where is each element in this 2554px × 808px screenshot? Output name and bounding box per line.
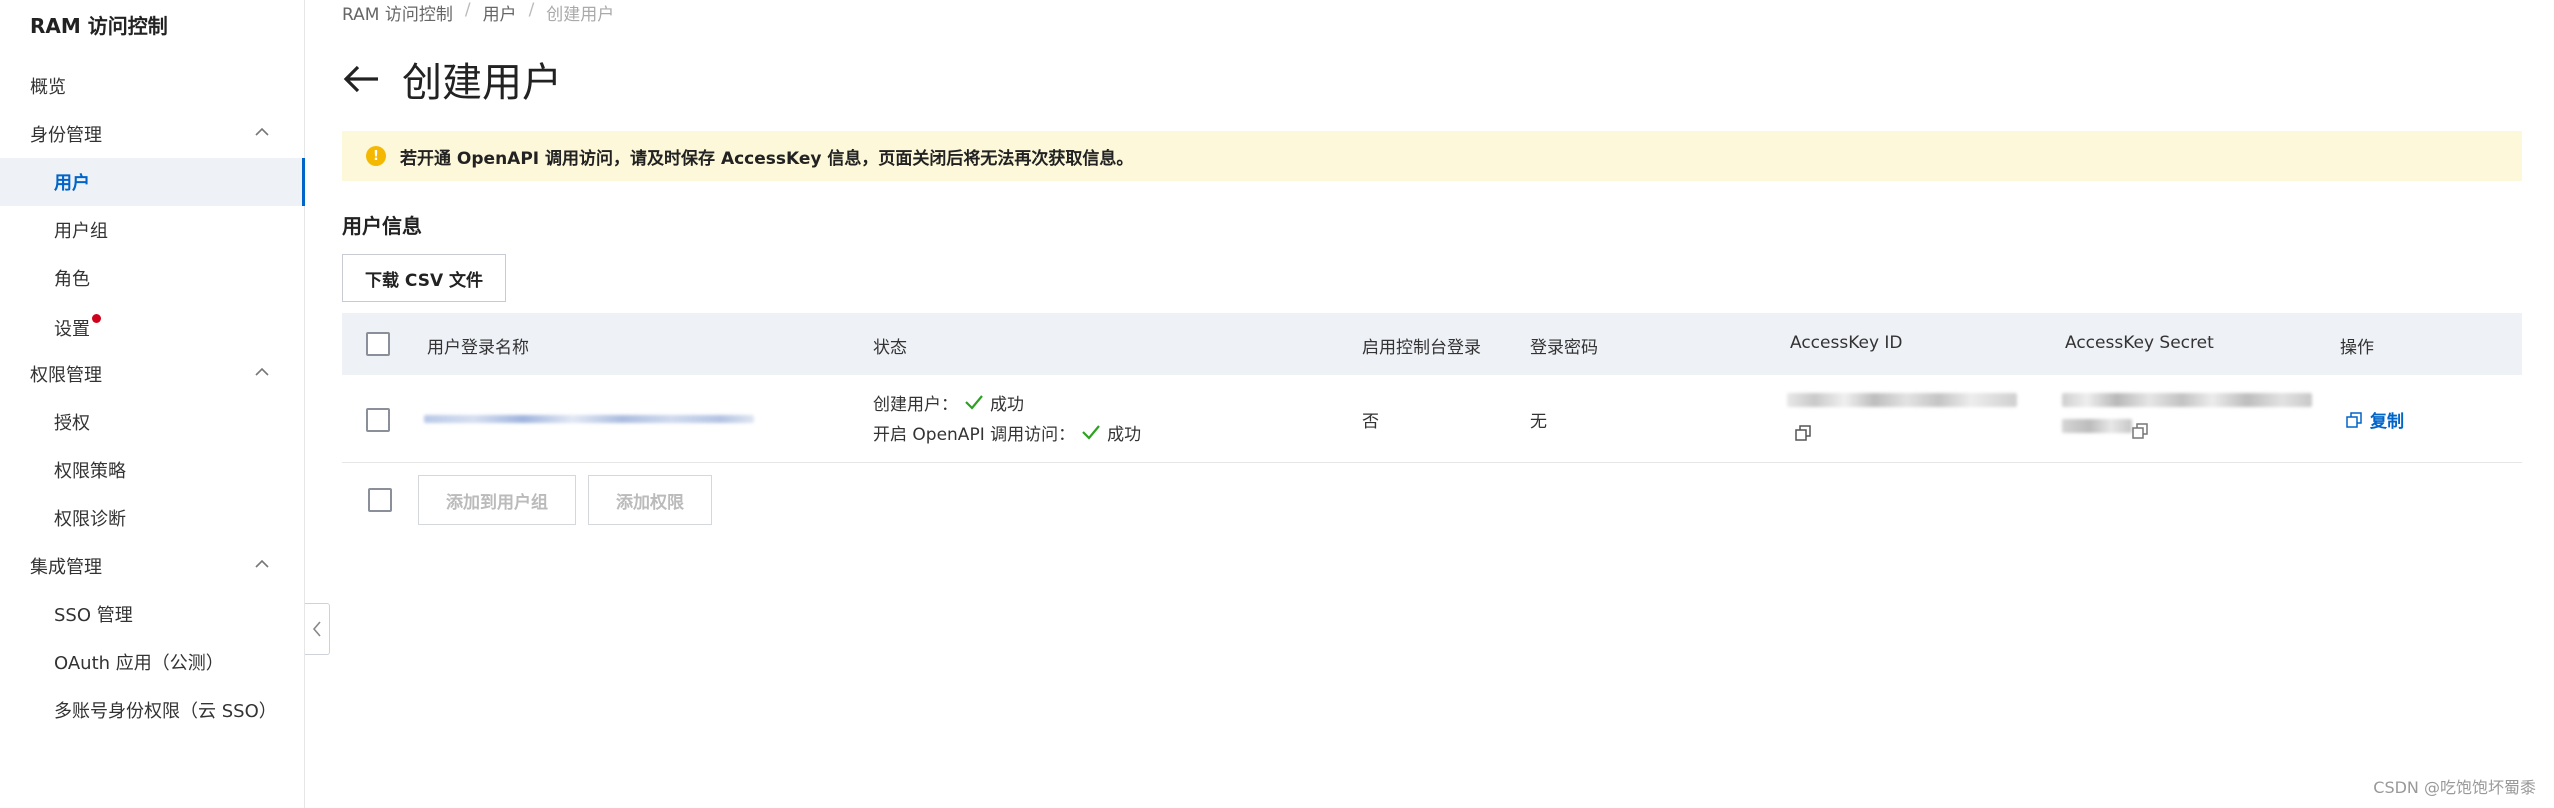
table-header: 用户登录名称 状态 启用控制台登录 登录密码 AccessKey ID Acce… <box>342 313 2522 375</box>
app-root: RAM 访问控制 概览 身份管理 用户 用户组 角色 设置 权限管理 授权 权限… <box>0 0 2554 808</box>
status-create-line: 创建用户： 成功 <box>873 387 1141 417</box>
watermark: CSDN @吃饱饱坏蜀黍 <box>2373 778 2536 797</box>
chevron-up-icon <box>255 559 269 568</box>
status-openapi-value: 成功 <box>1107 424 1142 445</box>
page-title: 创建用户 <box>402 60 562 106</box>
footer-select-checkbox[interactable] <box>368 488 392 512</box>
sidebar-item-label: 设置 <box>54 319 90 340</box>
table-footer: 添加到用户组 添加权限 <box>342 475 2522 525</box>
sidebar-item-diagnosis[interactable]: 权限诊断 <box>0 494 305 542</box>
sidebar-item-label: 概览 <box>30 77 66 98</box>
status-openapi-label: 开启 OpenAPI 调用访问： <box>873 424 1076 445</box>
sidebar-item-overview[interactable]: 概览 <box>0 62 305 110</box>
sidebar-item-label: SSO 管理 <box>54 605 133 626</box>
status-create-value: 成功 <box>990 394 1024 415</box>
chevron-up-icon <box>255 367 269 376</box>
warning-alert: ! 若开通 OpenAPI 调用访问，请及时保存 AccessKey 信息，页面… <box>342 131 2522 181</box>
status-cell: 创建用户： 成功 开启 OpenAPI 调用访问： 成功 <box>873 387 1141 447</box>
add-to-group-button[interactable]: 添加到用户组 <box>418 475 576 525</box>
status-create-label: 创建用户： <box>873 394 958 415</box>
sidebar-item-label: 身份管理 <box>30 125 102 146</box>
password-value: 无 <box>1530 412 1547 432</box>
column-header-accesskey-secret: AccessKey Secret <box>2065 333 2214 353</box>
sidebar-item-cloud-sso[interactable]: 多账号身份权限（云 SSO） <box>0 686 305 734</box>
add-permission-button[interactable]: 添加权限 <box>588 475 712 525</box>
check-icon <box>965 395 983 410</box>
copy-icon <box>2346 411 2362 428</box>
sidebar-item-label: 用户 <box>54 173 90 194</box>
sidebar-item-label: 权限管理 <box>30 365 102 386</box>
sidebar-item-settings[interactable]: 设置 <box>0 304 305 352</box>
copy-icon[interactable] <box>1795 425 1811 441</box>
column-header-console-login: 启用控制台登录 <box>1362 338 1481 358</box>
main-content: RAM 访问控制 / 用户 / 创建用户 创建用户 ! 若开通 OpenAPI … <box>342 0 2522 808</box>
sidebar-item-label: 集成管理 <box>30 557 102 578</box>
alert-text: 若开通 OpenAPI 调用访问，请及时保存 AccessKey 信息，页面关闭… <box>400 148 1134 169</box>
sidebar-title: RAM 访问控制 <box>30 14 168 38</box>
breadcrumb-separator: / <box>528 0 535 20</box>
sidebar-group-integration[interactable]: 集成管理 <box>0 542 305 590</box>
column-header-login-name: 用户登录名称 <box>427 338 529 358</box>
console-login-value: 否 <box>1362 412 1379 432</box>
download-csv-button[interactable]: 下载 CSV 文件 <box>342 254 506 302</box>
login-name-redacted <box>424 413 754 425</box>
sidebar: RAM 访问控制 概览 身份管理 用户 用户组 角色 设置 权限管理 授权 权限… <box>0 0 305 808</box>
notification-dot <box>92 313 101 323</box>
sidebar-item-label: 权限诊断 <box>54 509 126 530</box>
sidebar-item-sso[interactable]: SSO 管理 <box>0 590 305 638</box>
row-checkbox[interactable] <box>366 408 390 432</box>
sidebar-item-roles[interactable]: 角色 <box>0 254 305 302</box>
breadcrumb-current: 创建用户 <box>546 5 615 25</box>
sidebar-item-label: OAuth 应用（公测） <box>54 653 224 674</box>
sidebar-group-permissions[interactable]: 权限管理 <box>0 350 305 398</box>
sidebar-item-label: 授权 <box>54 413 90 434</box>
column-header-status: 状态 <box>873 338 907 358</box>
select-all-checkbox[interactable] <box>366 332 390 356</box>
sidebar-item-label: 角色 <box>54 269 90 290</box>
breadcrumb-separator: / <box>464 0 471 20</box>
user-table: 用户登录名称 状态 启用控制台登录 登录密码 AccessKey ID Acce… <box>342 313 2522 463</box>
warning-icon: ! <box>366 146 386 166</box>
sidebar-collapse-button[interactable] <box>305 603 330 655</box>
back-arrow-icon[interactable] <box>342 64 380 94</box>
table-row: 创建用户： 成功 开启 OpenAPI 调用访问： 成功 否 无 复制 <box>342 375 2522 463</box>
sidebar-item-label: 权限策略 <box>54 461 126 482</box>
breadcrumb-item[interactable]: RAM 访问控制 <box>342 0 453 25</box>
status-openapi-line: 开启 OpenAPI 调用访问： 成功 <box>873 417 1141 447</box>
sidebar-item-policies[interactable]: 权限策略 <box>0 446 305 494</box>
sidebar-item-label: 多账号身份权限（云 SSO） <box>54 701 277 722</box>
sidebar-group-identity[interactable]: 身份管理 <box>0 110 305 158</box>
copy-label: 复制 <box>2370 412 2404 432</box>
column-header-accesskey-id: AccessKey ID <box>1790 333 1903 353</box>
copy-button[interactable]: 复制 <box>2346 407 2404 432</box>
breadcrumb-item[interactable]: 用户 <box>483 0 517 25</box>
section-title: 用户信息 <box>342 214 422 238</box>
column-header-actions: 操作 <box>2340 338 2374 358</box>
accesskey-secret-redacted <box>2062 389 2322 449</box>
sidebar-item-user-groups[interactable]: 用户组 <box>0 206 305 254</box>
copy-icon[interactable] <box>2132 423 2148 439</box>
sidebar-item-grants[interactable]: 授权 <box>0 398 305 446</box>
chevron-up-icon <box>255 127 269 136</box>
column-header-password: 登录密码 <box>1530 338 1598 358</box>
breadcrumb: RAM 访问控制 / 用户 / 创建用户 <box>342 0 614 25</box>
chevron-left-icon <box>312 621 321 637</box>
sidebar-item-label: 用户组 <box>54 221 108 242</box>
page-header: 创建用户 <box>342 50 562 108</box>
sidebar-item-oauth[interactable]: OAuth 应用（公测） <box>0 638 305 686</box>
check-icon <box>1082 425 1100 440</box>
sidebar-item-users[interactable]: 用户 <box>0 158 305 206</box>
accesskey-id-redacted <box>1787 389 2027 449</box>
